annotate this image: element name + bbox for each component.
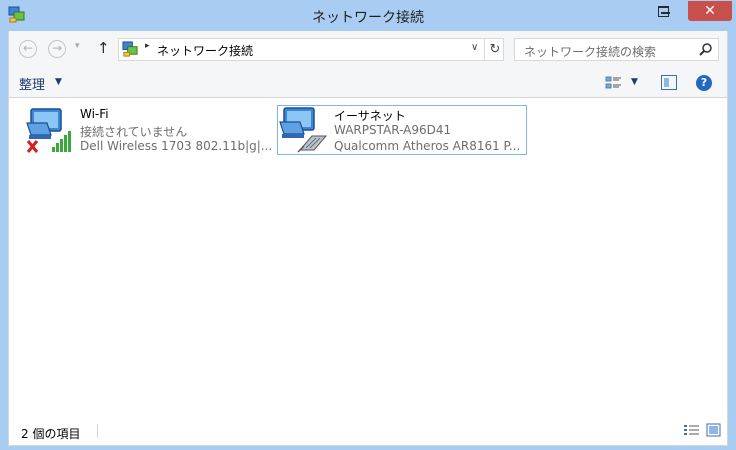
ethernet-adapter-icon: [279, 107, 328, 153]
up-button[interactable]: ↑: [97, 39, 110, 57]
wifi-adapter-disconnected-icon: [26, 108, 71, 153]
change-view-icon[interactable]: [605, 75, 623, 91]
details-view-icon[interactable]: [684, 424, 699, 437]
item-count: 2 個の項目: [21, 427, 81, 441]
item-device: Qualcomm Atheros AR8161 P...: [334, 139, 521, 153]
maximize-icon: [658, 6, 669, 17]
forward-button[interactable]: →: [48, 40, 66, 58]
help-icon[interactable]: ?: [696, 75, 712, 91]
network-connections-icon: [122, 41, 138, 57]
file-list[interactable]: Wi-Fi 接続されていません Dell Wireless 1703 802.1…: [8, 98, 728, 416]
item-name: Wi-Fi: [80, 107, 109, 121]
breadcrumb-network-connections[interactable]: ネットワーク接続: [157, 42, 253, 59]
organize-menu[interactable]: 整理: [19, 74, 45, 93]
organize-dropdown-icon[interactable]: ▼: [55, 77, 62, 87]
search-placeholder: ネットワーク接続の検索: [524, 45, 657, 59]
list-item-ethernet[interactable]: イーサネット WARPSTAR-A96D41 Qualcomm Atheros …: [277, 105, 527, 155]
explorer-window: ネットワーク接続 ✕ ← → ▾ ↑ ▸ ネットワーク接続 ∨ ↻ ネットワーク…: [0, 0, 736, 450]
address-row: ← → ▾ ↑ ▸ ネットワーク接続 ∨ ↻ ネットワーク接続の検索: [8, 31, 728, 67]
breadcrumb-separator-icon[interactable]: ▸: [145, 41, 150, 51]
search-input[interactable]: ネットワーク接続の検索: [514, 38, 719, 61]
search-icon[interactable]: [698, 42, 713, 57]
command-bar: 整理 ▼ ▼ ?: [8, 67, 728, 98]
large-icons-view-icon[interactable]: [706, 423, 721, 437]
item-device: Dell Wireless 1703 802.11b|g|...: [80, 139, 273, 153]
maximize-button[interactable]: [650, 1, 677, 21]
refresh-button[interactable]: ↻: [484, 39, 505, 60]
address-dropdown-button[interactable]: ∨: [471, 42, 478, 53]
item-name: イーサネット: [334, 109, 406, 123]
preview-pane-icon[interactable]: [661, 75, 677, 90]
view-dropdown-icon[interactable]: ▼: [631, 77, 638, 87]
item-status: WARPSTAR-A96D41: [334, 123, 452, 137]
status-bar: 2 個の項目: [8, 416, 728, 446]
list-item-wifi[interactable]: Wi-Fi 接続されていません Dell Wireless 1703 802.1…: [23, 105, 273, 155]
address-bar[interactable]: ▸ ネットワーク接続 ∨ ↻: [118, 38, 504, 61]
recent-locations-dropdown[interactable]: ▾: [75, 41, 80, 51]
title-bar[interactable]: ネットワーク接続 ✕: [0, 0, 736, 31]
close-icon: ✕: [704, 3, 716, 19]
item-status: 接続されていません: [80, 125, 188, 139]
back-button[interactable]: ←: [19, 40, 37, 58]
window-title: ネットワーク接続: [312, 10, 424, 26]
status-divider: [97, 424, 98, 438]
close-button[interactable]: ✕: [688, 1, 732, 21]
